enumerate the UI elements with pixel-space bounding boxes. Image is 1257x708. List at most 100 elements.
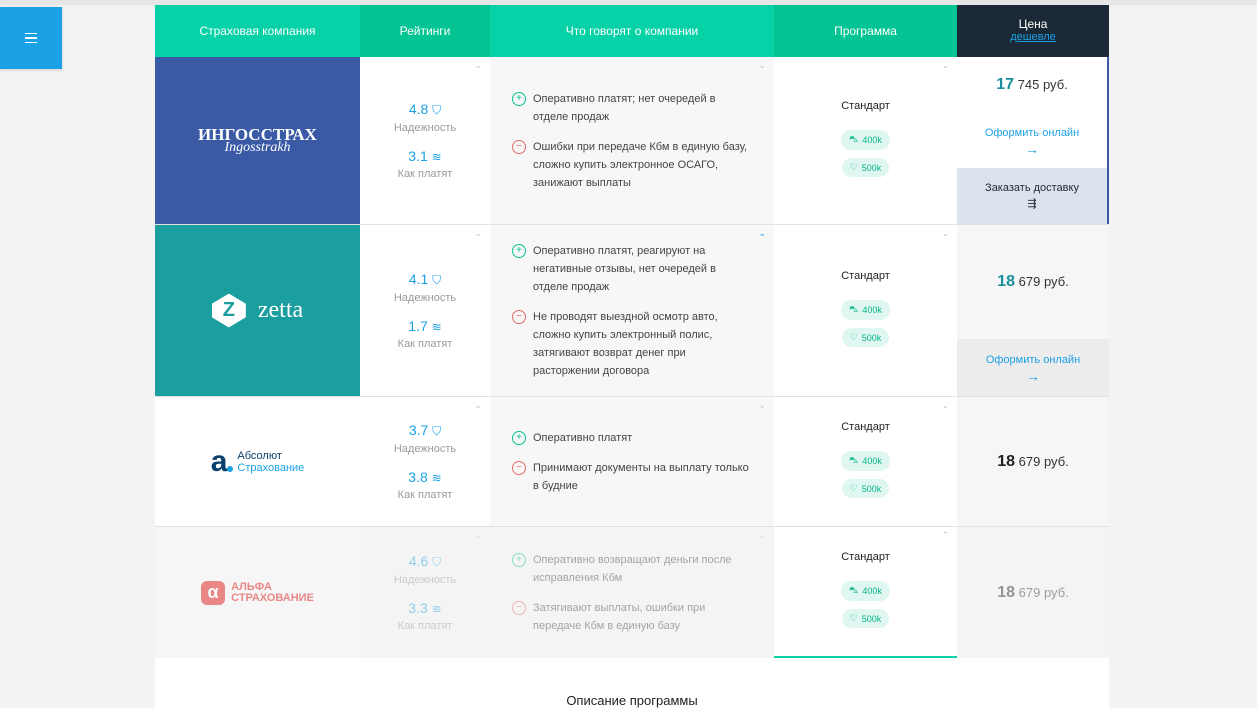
price-cell: 17 745 руб. Оформить онлайн → Заказать до… <box>957 57 1109 224</box>
coverage-health-chip: ♡ 500k <box>841 328 890 347</box>
program-name: Стандарт <box>841 100 890 112</box>
logo-text: Абсолют <box>237 449 282 462</box>
plus-circle-icon: + <box>512 552 526 567</box>
reliability-rating: 4.6 ⛉ <box>408 553 442 569</box>
chevron-down-icon[interactable]: ⌄ <box>758 60 766 71</box>
review-plus: + Оперативно платят, реагируют на негатив… <box>512 242 752 296</box>
program-name: Стандарт <box>841 270 890 282</box>
review-plus: + Оперативно возвращают деньги после испр… <box>512 551 752 587</box>
review-minus: − Не проводят выездной осмотр авто, сложн… <box>512 308 752 380</box>
plus-circle-icon: + <box>512 91 526 106</box>
comparison-table: Страховая компания Рейтинги Что говорят … <box>155 5 1109 708</box>
header-program[interactable]: Программа <box>774 5 957 57</box>
reliability-label: Надежность <box>393 122 457 134</box>
header-ratings[interactable]: Рейтинги <box>360 5 490 57</box>
reviews-cell: ⌄ + Оперативно платят − Принимают документ… <box>490 397 774 526</box>
reviews-cell: ⌄ + Оперативно платят; нет очередей в отд… <box>490 57 774 224</box>
price-value: 17 745 руб. <box>996 76 1068 93</box>
review-plus: + Оперативно платят <box>512 429 752 447</box>
price-cell: 18 679 руб. Оформить онлайн → <box>957 225 1109 396</box>
ratings-cell: ⌄ 3.7 ⛉ Надежность 3.8 ≋ Как платят <box>360 397 490 526</box>
program-cell: ⌄ Стандарт ⛍ 400k ♡ 500k <box>774 397 957 526</box>
company-logo-cell[interactable]: a Абсолют Страхование <box>155 397 360 526</box>
ratings-cell: ⌄ 4.6 ⛉ Надежность 3.3 ≋ Как платят <box>360 527 490 658</box>
price-cell: 18 679 руб. <box>957 527 1109 658</box>
chevron-down-icon[interactable]: ⌄ <box>758 228 766 239</box>
chevron-down-icon[interactable]: ⌄ <box>941 400 949 411</box>
shield-icon: ⛉ <box>432 424 442 438</box>
coins-icon: ≋ <box>431 150 442 164</box>
review-minus: − Ошибки при передаче Кбм в единую базу, … <box>512 138 752 192</box>
table-row: a Абсолют Страхование ⌄ 3.7 ⛉ Надежность… <box>155 397 1109 527</box>
reviews-cell: ⌄ + Оперативно платят, реагируют на негат… <box>490 225 774 396</box>
company-logo-cell[interactable]: ИНГОССТРАХ Ingosstrakh <box>155 57 360 224</box>
price-label: Цена <box>1018 17 1048 31</box>
logo-text: zetta <box>257 297 304 323</box>
order-delivery-button[interactable]: Заказать доставку ⇶ <box>957 168 1107 224</box>
reliability-rating: 4.1 ⛉ <box>408 271 442 287</box>
buy-online-button[interactable]: Оформить онлайн → <box>957 339 1109 396</box>
reliability-label: Надежность <box>393 292 457 304</box>
car-icon: ⛍ <box>849 134 859 144</box>
logo-text: АЛЬФА <box>231 580 272 593</box>
minus-circle-icon: − <box>512 309 526 324</box>
coins-icon: ≋ <box>431 320 442 334</box>
price-value: 18 679 руб. <box>997 273 1069 290</box>
ratings-cell: ⌄ 4.8 ⛉ Надежность 3.1 ≋ Как платят <box>360 57 490 224</box>
chevron-down-icon[interactable]: ⌄ <box>758 530 766 541</box>
plus-circle-icon: + <box>512 430 526 445</box>
car-icon: ⛍ <box>849 455 859 465</box>
chevron-down-icon[interactable]: ⌄ <box>941 60 949 71</box>
header-reviews[interactable]: Что говорят о компании <box>490 5 774 57</box>
payment-rating: 3.8 ≋ <box>408 469 442 485</box>
company-logo-cell[interactable]: Z zetta <box>155 225 360 396</box>
chevron-down-icon[interactable]: ⌄ <box>474 228 482 239</box>
minus-circle-icon: − <box>512 600 526 615</box>
coverage-health-chip: ♡ 500k <box>841 479 890 498</box>
heart-icon: ♡ <box>849 613 858 623</box>
reliability-rating: 4.8 ⛉ <box>408 101 442 117</box>
shield-icon: ⛉ <box>432 103 442 117</box>
chevron-down-icon[interactable]: ⌄ <box>474 400 482 411</box>
shield-icon: ⛉ <box>432 555 442 569</box>
reliability-label: Надежность <box>393 443 457 455</box>
chevron-up-icon[interactable]: ⌃ <box>941 530 949 541</box>
chevron-down-icon[interactable]: ⌄ <box>941 228 949 239</box>
arrow-right-icon: → <box>1025 140 1039 157</box>
chevron-down-icon[interactable]: ⌄ <box>758 400 766 411</box>
company-logo-cell[interactable]: α АЛЬФА СТРАХОВАНИЕ <box>155 527 360 658</box>
program-cell: ⌄ Стандарт ⛍ 400k ♡ 500k <box>774 225 957 396</box>
header-price[interactable]: Цена дешевле <box>957 5 1109 57</box>
program-cell: ⌄ Стандарт ⛍ 400k ♡ 500k <box>774 57 957 224</box>
logo-subtext: Страхование <box>237 461 305 474</box>
menu-button[interactable] <box>0 7 62 69</box>
table-row: α АЛЬФА СТРАХОВАНИЕ ⌄ 4.6 ⛉ Надежность 3… <box>155 527 1109 658</box>
car-icon: ⛍ <box>849 304 859 314</box>
chevron-down-icon[interactable]: ⌄ <box>474 530 482 541</box>
absolut-logo: a Абсолют Страхование <box>210 444 305 478</box>
alfa-logo: α АЛЬФА СТРАХОВАНИЕ <box>201 580 314 605</box>
price-sort-link[interactable]: дешевле <box>1010 31 1056 44</box>
reliability-label: Надежность <box>393 574 457 586</box>
program-cell: ⌃ Стандарт ⛍ 400k ♡ 500k <box>774 527 957 658</box>
table-row: Z zetta ⌄ 4.1 ⛉ Надежность 1.7 ≋ Как пла… <box>155 225 1109 397</box>
payment-label: Как платят <box>397 620 453 632</box>
program-description-heading: Описание программы <box>155 658 1109 708</box>
price-value: 18 679 руб. <box>997 452 1069 470</box>
chevron-down-icon[interactable]: ⌄ <box>474 60 482 71</box>
coverage-car-chip: ⛍ 400k <box>841 451 890 471</box>
header-company[interactable]: Страховая компания <box>155 5 360 57</box>
car-icon: ⛍ <box>849 585 859 595</box>
program-name: Стандарт <box>841 421 890 433</box>
heart-icon: ♡ <box>849 483 858 493</box>
heart-icon: ♡ <box>849 332 858 342</box>
buy-online-button[interactable]: Оформить онлайн → <box>957 113 1107 168</box>
zetta-logo: Z zetta <box>211 293 304 328</box>
coverage-car-chip: ⛍ 400k <box>841 581 890 601</box>
ingosstrakh-logo: ИНГОССТРАХ Ingosstrakh <box>198 125 317 156</box>
review-plus: + Оперативно платят; нет очередей в отдел… <box>512 90 752 126</box>
review-minus: − Затягивают выплаты, ошибки при передаче… <box>512 599 752 635</box>
arrow-right-icon: → <box>1026 367 1040 384</box>
logo-mark: a <box>210 444 228 478</box>
courier-icon: ⇶ <box>1027 198 1037 210</box>
